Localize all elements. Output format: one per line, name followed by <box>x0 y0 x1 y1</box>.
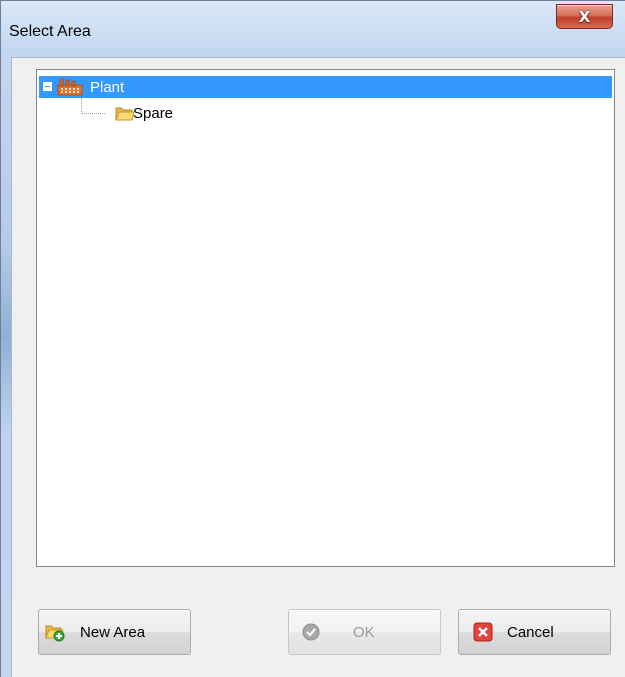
new-folder-icon <box>45 625 65 642</box>
collapse-icon[interactable] <box>43 82 52 91</box>
tree-node-spare[interactable]: Spare <box>37 102 237 124</box>
check-icon <box>302 623 320 641</box>
ok-label: OK <box>353 624 375 641</box>
window-frame-left <box>1 57 11 677</box>
cancel-button[interactable]: Cancel <box>458 609 611 655</box>
select-area-dialog: Select Area X Plant Spare New Area OK Ca… <box>0 0 625 677</box>
folder-icon <box>115 107 135 121</box>
tree-node-plant[interactable]: Plant <box>39 76 612 98</box>
new-area-button[interactable]: New Area <box>38 609 191 655</box>
cancel-label: Cancel <box>507 624 554 641</box>
cancel-x-icon <box>473 622 493 642</box>
tree-node-label: Spare <box>133 105 174 122</box>
title-bar[interactable]: Select Area X <box>1 1 625 57</box>
tree-node-label: Plant <box>90 79 125 96</box>
ok-button[interactable]: OK <box>288 609 441 655</box>
close-button[interactable]: X <box>556 4 613 29</box>
factory-icon <box>57 78 83 96</box>
area-tree-view[interactable]: Plant Spare <box>36 69 615 567</box>
new-area-label: New Area <box>80 624 146 641</box>
close-icon: X <box>578 7 591 26</box>
window-title: Select Area <box>9 23 91 40</box>
